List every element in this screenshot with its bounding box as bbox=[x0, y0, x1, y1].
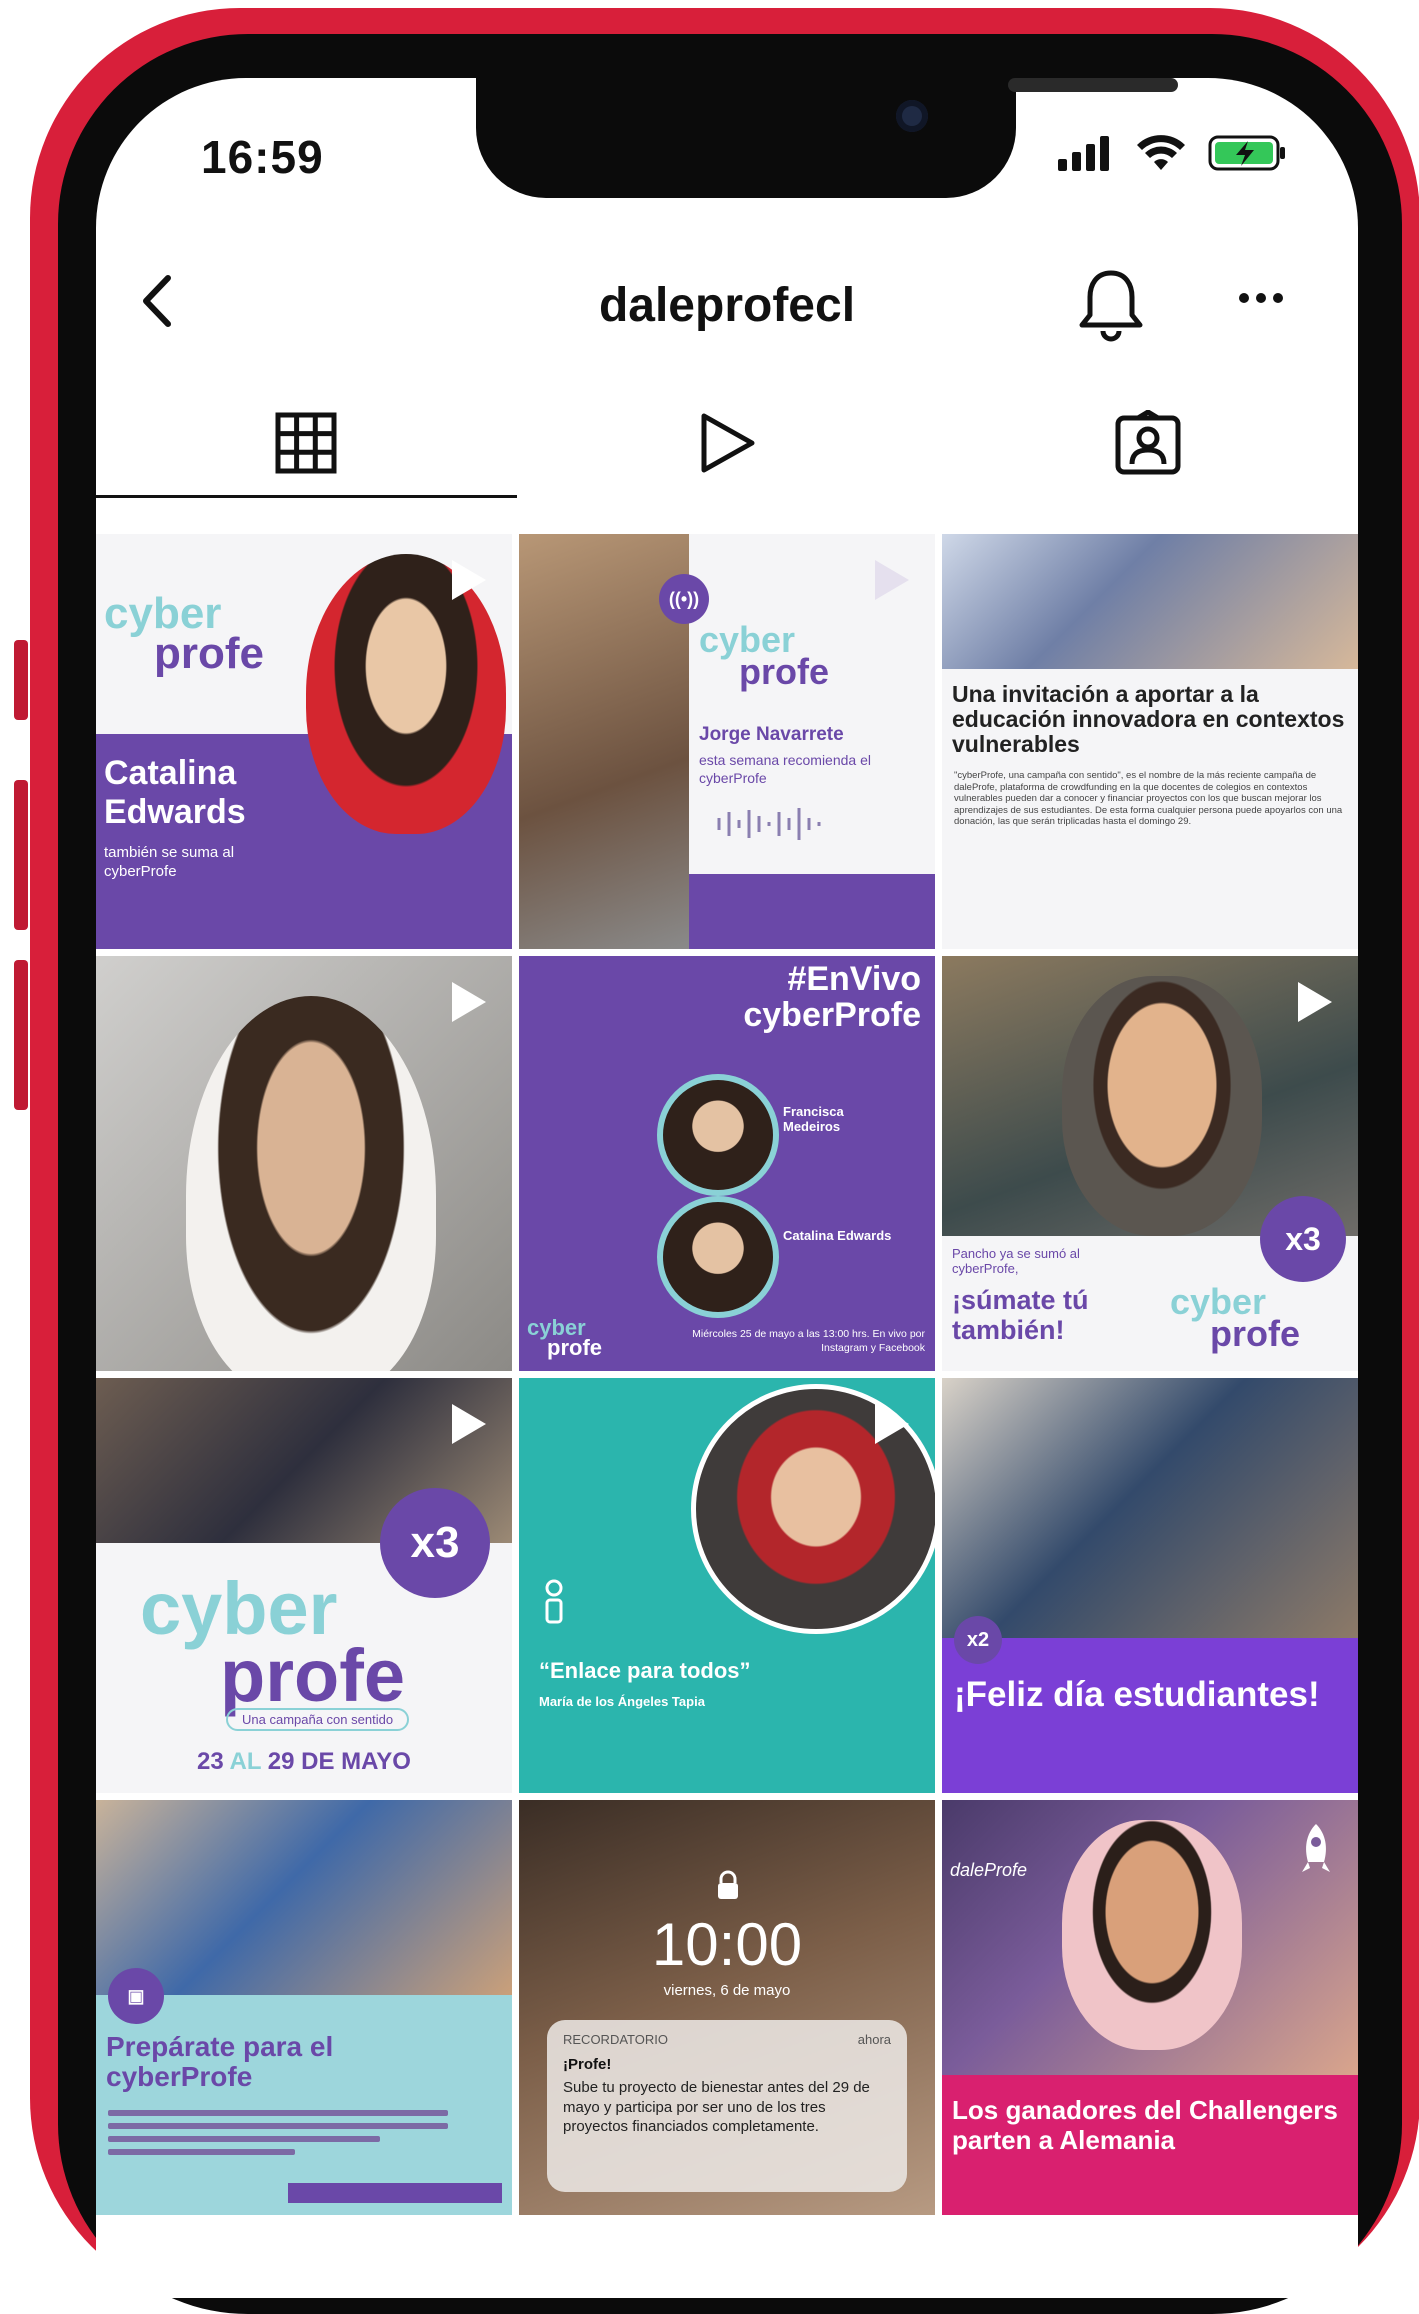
reel-play-icon bbox=[452, 1404, 486, 1444]
classroom-photo bbox=[942, 534, 1358, 669]
profile-username: daleprofecl bbox=[598, 279, 856, 332]
article-headline: Una invitación a aportar a la educación … bbox=[952, 681, 1345, 757]
signal-icon bbox=[1058, 136, 1109, 171]
battery-charging-icon bbox=[1208, 135, 1285, 171]
post-subtitle: esta semana recomienda el cyberProfe bbox=[699, 752, 871, 786]
post-recordatorio-lockscreen[interactable]: 10:00 viernes, 6 de mayo RECORDATORIO ah… bbox=[519, 1800, 935, 2215]
phone-volume-up bbox=[14, 780, 28, 930]
daleprofe-logo: daleProfe bbox=[950, 1860, 1028, 1880]
post-heading: #EnVivo cyberProfe bbox=[743, 960, 921, 1034]
badge-x2: x2 bbox=[954, 1616, 1002, 1664]
notification-app: RECORDATORIO bbox=[563, 2032, 668, 2047]
post-preparate-cyberprofe[interactable]: ▣ Prepárate para el cyberProfe bbox=[96, 1800, 512, 2215]
guest2-name: Catalina Edwards bbox=[783, 1228, 892, 1243]
screen: 16:59 daleprofecl cyber profe Catalina Ed… bbox=[96, 78, 1358, 2298]
front-camera bbox=[896, 100, 928, 132]
post-subtitle: Pancho ya se sumó al cyberProfe, bbox=[952, 1246, 1080, 1276]
reel-play-icon bbox=[875, 560, 909, 600]
students-masks-photo bbox=[942, 1378, 1358, 1638]
grid-icon bbox=[275, 412, 337, 474]
article-body: "cyberProfe, una campaña con sentido", e… bbox=[954, 770, 1343, 828]
post-heading: Los ganadores del Challengers parten a A… bbox=[952, 2095, 1338, 2155]
event-info-bar bbox=[288, 2183, 502, 2203]
post-subtitle: también se suma al cyberProfe bbox=[104, 844, 235, 880]
notification-body: Sube tu proyecto de bienestar antes del … bbox=[563, 2079, 870, 2135]
post-heading: Catalina Edwards bbox=[104, 754, 246, 832]
tab-tagged[interactable] bbox=[937, 388, 1358, 498]
portrait-woman bbox=[186, 996, 436, 1371]
lock-icon bbox=[718, 1870, 738, 1899]
notch bbox=[476, 78, 1178, 198]
guest1-name: Francisca Medeiros bbox=[783, 1104, 844, 1134]
tagged-person-icon bbox=[1115, 410, 1181, 475]
phone-volume-down bbox=[14, 960, 28, 1110]
phone-mute-switch bbox=[14, 640, 28, 720]
post-jorge-navarrete[interactable]: ((•)) cyber profe Jorge Navarrete esta se… bbox=[519, 534, 935, 949]
reel-play-icon bbox=[1298, 982, 1332, 1022]
post-enlace-para-todos[interactable]: “Enlace para todos” María de los Ángeles… bbox=[519, 1378, 935, 1793]
status-icons bbox=[1058, 133, 1288, 173]
post-x3-23-al-29-mayo[interactable]: x3 cyber profe Una campaña con sentido 23… bbox=[96, 1378, 512, 1793]
posts-grid: cyber profe Catalina Edwards también se s… bbox=[96, 534, 1358, 2215]
cyberprofe-logo: cyber profe bbox=[1170, 1281, 1300, 1355]
notification-heading: ¡Profe! bbox=[563, 2056, 612, 2073]
cyberprofe-logo: cyber profe bbox=[104, 589, 264, 678]
info-icon bbox=[545, 1579, 563, 1624]
notification-time: ahora bbox=[857, 2032, 891, 2047]
notification-card: RECORDATORIO ahora ¡Profe! Sube tu proye… bbox=[547, 2020, 907, 2192]
lockscreen-date: viernes, 6 de mayo bbox=[663, 1982, 791, 1999]
post-heading: Prepárate para el cyberProfe bbox=[106, 2031, 334, 2093]
post-envivo-cyberprofe[interactable]: #EnVivo cyberProfe Francisca Medeiros Ca… bbox=[519, 956, 935, 1371]
status-time: 16:59 bbox=[201, 131, 324, 183]
wifi-icon bbox=[1137, 135, 1185, 170]
lockscreen-clock: 10:00 bbox=[651, 1911, 803, 1978]
tab-reels[interactable] bbox=[517, 388, 938, 498]
profile-header: daleprofecl bbox=[96, 248, 1358, 358]
post-catalina-edwards[interactable]: cyber profe Catalina Edwards también se s… bbox=[96, 534, 512, 949]
guest2-avatar bbox=[657, 1196, 779, 1318]
reel-play-icon bbox=[452, 982, 486, 1022]
campaign-dates: 23 AL 29 DE MAYO bbox=[197, 1748, 411, 1775]
post-feliz-dia-estudiantes[interactable]: x2 ¡Feliz día estudiantes! bbox=[942, 1378, 1358, 1793]
badge-x3: x3 bbox=[1260, 1196, 1346, 1282]
profile-tabs bbox=[96, 388, 1358, 498]
post-heading: ¡súmate tú también! bbox=[952, 1285, 1089, 1345]
post-pancho-sumate[interactable]: x3 Pancho ya se sumó al cyberProfe, ¡súm… bbox=[942, 956, 1358, 1371]
classroom-hands-photo bbox=[96, 1800, 512, 1995]
reel-play-icon bbox=[452, 560, 486, 600]
reels-play-icon bbox=[701, 413, 755, 473]
presentation-icon: ▣ bbox=[108, 1968, 164, 2024]
tab-grid[interactable] bbox=[96, 388, 517, 498]
teacher-portrait bbox=[1062, 1820, 1242, 2050]
cyberprofe-logo: cyber profe bbox=[140, 1567, 405, 1717]
post-heading: Jorge Navarrete bbox=[699, 724, 844, 745]
post-ganadores-challengers[interactable]: daleProfe Los ganadores del Challengers … bbox=[942, 1800, 1358, 2215]
campaign-tagline: Una campaña con sentido bbox=[226, 1708, 410, 1731]
notification-bell-icon[interactable] bbox=[1076, 263, 1146, 343]
post-invitacion-articulo[interactable]: Una invitación a aportar a la educación … bbox=[942, 534, 1358, 949]
post-heading: “Enlace para todos” bbox=[539, 1658, 751, 1683]
more-options-icon[interactable] bbox=[1226, 268, 1296, 328]
event-footer: Miércoles 25 de mayo a las 13:00 hrs. En… bbox=[692, 1328, 925, 1354]
post-video-woman[interactable] bbox=[96, 956, 512, 1371]
portrait-pancho bbox=[1062, 976, 1262, 1236]
post-heading: ¡Feliz día estudiantes! bbox=[954, 1675, 1320, 1714]
cyberprofe-logo: cyber profe bbox=[699, 619, 829, 693]
reel-play-icon bbox=[875, 1404, 909, 1444]
audio-wave-icon bbox=[717, 808, 821, 840]
post-body-lines bbox=[108, 2110, 448, 2162]
radio-wave-icon: ((•)) bbox=[659, 574, 709, 624]
cyberprofe-logo: cyber profe bbox=[527, 1315, 602, 1360]
guest1-avatar bbox=[657, 1074, 779, 1196]
speaker bbox=[1008, 78, 1178, 92]
rocket-icon bbox=[1302, 1824, 1330, 1872]
post-subtitle: María de los Ángeles Tapia bbox=[539, 1694, 705, 1709]
